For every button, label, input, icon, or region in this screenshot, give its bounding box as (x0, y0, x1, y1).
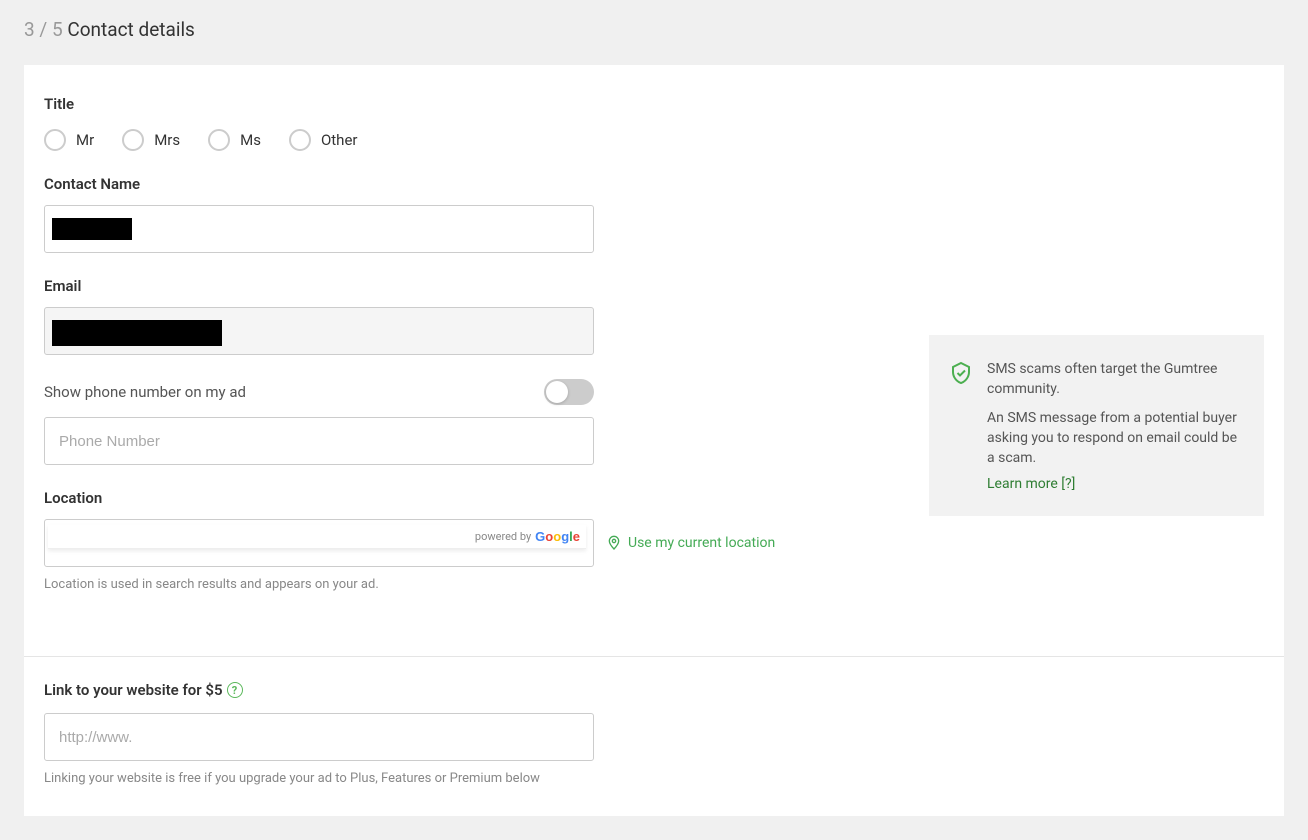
redacted-email (52, 320, 222, 346)
radio-icon (289, 129, 311, 151)
radio-mrs[interactable]: Mrs (122, 129, 180, 151)
help-icon[interactable]: ? (227, 682, 243, 698)
radio-ms[interactable]: Ms (208, 129, 261, 151)
redacted-name (52, 218, 132, 240)
use-current-location-label: Use my current location (628, 535, 775, 551)
info-text-2: An SMS message from a potential buyer as… (987, 408, 1244, 469)
radio-other[interactable]: Other (289, 129, 358, 151)
phone-input[interactable] (44, 417, 594, 465)
learn-more-link[interactable]: Learn more [?] (987, 476, 1075, 492)
contact-name-label: Contact Name (44, 175, 1264, 193)
title-group: Title Mr Mrs Ms (44, 95, 1264, 151)
radio-icon (122, 129, 144, 151)
website-link-group: Link to your website for $5 ? Linking yo… (24, 657, 1284, 816)
scam-info-panel: SMS scams often target the Gumtree commu… (929, 335, 1264, 516)
step-counter: 3 / 5 (24, 18, 63, 41)
website-link-input[interactable] (44, 713, 594, 761)
title-label: Title (44, 95, 1264, 113)
website-link-helper: Linking your website is free if you upgr… (44, 771, 1264, 786)
radio-mr[interactable]: Mr (44, 129, 94, 151)
form-panel: Title Mr Mrs Ms (24, 65, 1284, 816)
location-pin-icon (606, 533, 622, 553)
title-radio-group: Mr Mrs Ms Other (44, 129, 1264, 151)
toggle-knob (546, 381, 568, 403)
show-phone-label: Show phone number on my ad (44, 383, 246, 401)
contact-name-group: Contact Name (44, 175, 1264, 253)
powered-by-google: powered by Google (48, 525, 586, 549)
show-phone-toggle[interactable] (544, 379, 594, 405)
use-current-location-button[interactable]: Use my current location (606, 533, 775, 553)
location-helper-text: Location is used in search results and a… (44, 577, 1264, 592)
email-label: Email (44, 277, 1264, 295)
info-text-1: SMS scams often target the Gumtree commu… (987, 359, 1244, 400)
website-link-label: Link to your website for $5 ? (44, 681, 1264, 699)
radio-icon (208, 129, 230, 151)
radio-icon (44, 129, 66, 151)
step-title: Contact details (67, 18, 195, 41)
shield-check-icon (949, 361, 973, 385)
google-logo: Google (535, 529, 580, 544)
step-header: 3 / 5 Contact details (0, 0, 1308, 65)
